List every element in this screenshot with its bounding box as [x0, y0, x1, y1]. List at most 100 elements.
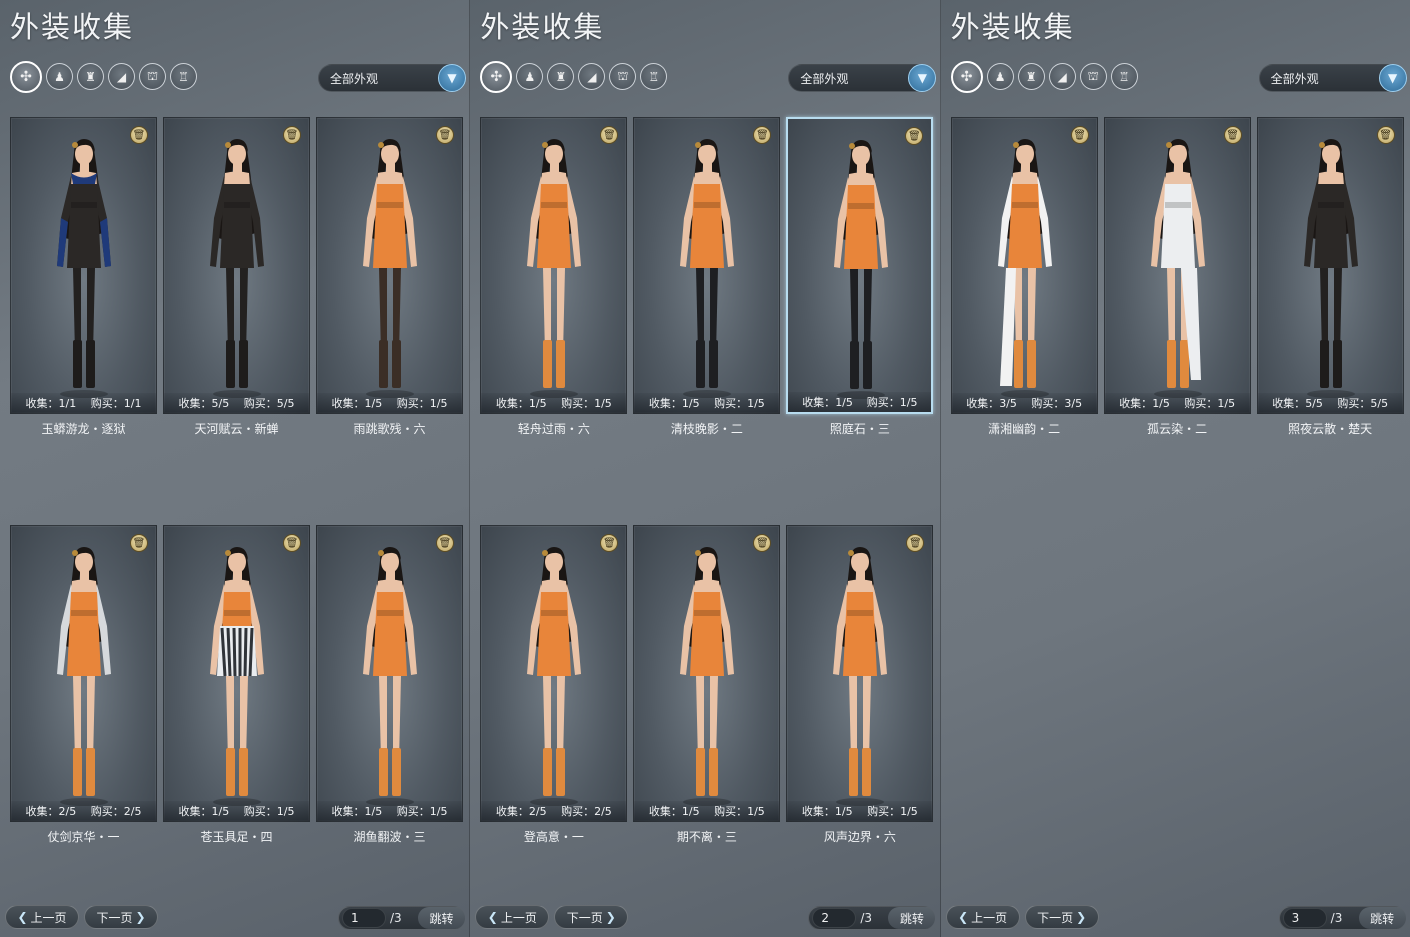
collect-label: 收集： [648, 397, 682, 410]
collect-value: 1/5 [528, 397, 547, 410]
page-number-input[interactable]: 1 [342, 908, 386, 928]
buy-count: 购买：1/5 [397, 803, 448, 819]
buy-count: 购买：1/5 [867, 803, 918, 819]
trash-icon[interactable]: 🗑 [283, 126, 301, 144]
outfit-card[interactable]: 🗑 收集：1/5 购买：1/5 [633, 525, 781, 822]
category-tabs: ✣ ♟ ♜ ◢ ⛫ ♖ [950, 60, 1138, 93]
outfit-name: 苍玉具足・四 [200, 830, 273, 844]
top-icon[interactable]: ♟ [986, 63, 1014, 90]
trash-icon[interactable]: 🗑 [1376, 126, 1395, 144]
buy-value: 1/1 [123, 397, 142, 410]
chevron-right-icon: ❯ [135, 910, 146, 924]
collect-count: 收集：1/5 [802, 803, 853, 819]
outfit-item: 🗑 收集：1/1 购买：1/1 玉蟒游龙・逐狱 [10, 117, 157, 437]
trash-icon[interactable]: 🗑 [1070, 126, 1089, 144]
filter-dropdown[interactable]: 全部外观 ▼ [1258, 64, 1407, 92]
full-outfit-icon[interactable]: ✣ [10, 60, 42, 93]
outfit-name: 仗剑京华・一 [47, 830, 120, 844]
outfit-card[interactable]: 🗑 收集：1/5 购买：1/5 [633, 117, 781, 414]
chevron-left-icon: ❮ [17, 910, 28, 924]
outfit-item: 🗑 收集：1/5 购买：1/5 清枝晚影・二 [633, 117, 781, 437]
outfit-card[interactable]: 🗑 收集：2/5 购买：2/5 [10, 525, 157, 822]
chevron-down-icon[interactable]: ▼ [1378, 64, 1407, 92]
filter-dropdown[interactable]: 全部外观 ▼ [788, 64, 937, 92]
top-icon[interactable]: ♟ [46, 63, 73, 90]
outfit-card[interactable]: 🗑 收集：1/5 购买：1/5 [480, 117, 628, 414]
prev-page-label: 上一页 [500, 910, 537, 925]
page-number-input[interactable]: 2 [812, 908, 857, 928]
prev-page-button[interactable]: ❮ 上一页 [5, 905, 79, 929]
outfit-stats: 收集：1/5 购买：1/5 [634, 801, 780, 821]
buy-label: 购买： [1184, 397, 1218, 410]
top-icon[interactable]: ♟ [516, 63, 544, 90]
trash-icon[interactable]: 🗑 [436, 534, 454, 552]
collect-count: 收集：1/5 [649, 803, 700, 819]
character-preview [527, 547, 582, 806]
chevron-down-icon[interactable]: ▼ [438, 64, 466, 92]
trash-icon[interactable]: 🗑 [1223, 126, 1242, 144]
collect-value: 1/5 [835, 396, 853, 409]
outfit-name: 孤云染・二 [1147, 422, 1208, 436]
outfit-card[interactable]: 🗑 收集：3/5 购买：3/5 [950, 117, 1098, 414]
shoes-icon[interactable]: ◢ [1048, 63, 1076, 90]
character-preview [363, 139, 417, 398]
hat-icon[interactable]: ♖ [640, 63, 668, 90]
accessory-icon[interactable]: ⛫ [1079, 63, 1107, 90]
bottom-icon[interactable]: ♜ [1017, 63, 1045, 90]
shoes-icon[interactable]: ◢ [108, 63, 135, 90]
prev-page-button[interactable]: ❮ 上一页 [475, 905, 550, 929]
next-page-button[interactable]: 下一页 ❯ [1024, 905, 1099, 929]
collect-label: 收集： [331, 397, 365, 410]
collect-value: 1/5 [1152, 397, 1170, 410]
outfit-card[interactable]: 🗑 收集：5/5 购买：5/5 [1256, 117, 1404, 414]
buy-value: 1/5 [276, 805, 295, 818]
page-number-input[interactable]: 3 [1282, 908, 1327, 928]
chevron-right-icon: ❯ [605, 910, 616, 924]
pagination: ❮ 上一页 下一页 ❯ 1/3 跳转 [5, 905, 465, 931]
bottom-icon[interactable]: ♜ [77, 63, 104, 90]
next-page-label: 下一页 [96, 910, 133, 925]
outfit-name: 期不离・三 [676, 830, 737, 844]
outfit-card[interactable]: 🗑 收集：1/5 购买：1/5 [316, 525, 463, 822]
page-title: 外装收集 [10, 10, 135, 44]
hat-icon[interactable]: ♖ [170, 63, 197, 90]
outfit-card[interactable]: 🗑 收集：1/5 购买：1/5 [316, 117, 463, 414]
trash-icon[interactable]: 🗑 [130, 534, 148, 552]
next-page-button[interactable]: 下一页 ❯ [84, 905, 158, 929]
outfit-card[interactable]: 🗑 收集：5/5 购买：5/5 [163, 117, 310, 414]
outfit-card[interactable]: 🗑 收集：2/5 购买：2/5 [480, 525, 628, 822]
hat-icon[interactable]: ♖ [1110, 63, 1138, 90]
collect-count: 收集：1/5 [802, 394, 853, 410]
buy-value: 5/5 [1370, 397, 1389, 410]
accessory-icon[interactable]: ⛫ [139, 63, 166, 90]
prev-page-button[interactable]: ❮ 上一页 [945, 905, 1020, 929]
buy-count: 购买：2/5 [561, 803, 612, 819]
collect-label: 收集： [331, 805, 365, 818]
outfit-card[interactable]: 🗑 收集：1/5 购买：1/5 [1103, 117, 1251, 414]
outfit-name: 天河赋云・新蝉 [194, 422, 279, 436]
full-outfit-icon[interactable]: ✣ [480, 60, 513, 93]
outfit-card[interactable]: 🗑 收集：1/5 购买：1/5 [163, 525, 310, 822]
jump-button[interactable]: 跳转 [418, 907, 465, 929]
outfit-name: 轻舟过雨・六 [517, 422, 590, 436]
buy-count: 购买：1/5 [1184, 395, 1235, 411]
outfit-name: 照庭石・三 [829, 422, 890, 436]
character-preview [1303, 139, 1358, 398]
trash-icon[interactable]: 🗑 [436, 126, 454, 144]
chevron-left-icon: ❮ [958, 910, 969, 924]
shoes-icon[interactable]: ◢ [578, 63, 606, 90]
bottom-icon[interactable]: ♜ [547, 63, 575, 90]
jump-button[interactable]: 跳转 [888, 907, 936, 929]
accessory-icon[interactable]: ⛫ [609, 63, 637, 90]
full-outfit-icon[interactable]: ✣ [950, 60, 983, 93]
trash-icon[interactable]: 🗑 [130, 126, 148, 144]
outfit-card[interactable]: 🗑 收集：1/5 购买：1/5 [786, 525, 934, 822]
chevron-down-icon[interactable]: ▼ [908, 64, 937, 92]
trash-icon[interactable]: 🗑 [283, 534, 301, 552]
next-page-button[interactable]: 下一页 ❯ [554, 905, 629, 929]
outfit-card[interactable]: 🗑 收集：1/1 购买：1/1 [10, 117, 157, 414]
filter-dropdown[interactable]: 全部外观 ▼ [318, 64, 466, 92]
outfit-card[interactable]: 🗑 收集：1/5 购买：1/5 [786, 117, 934, 414]
jump-button[interactable]: 跳转 [1358, 907, 1406, 929]
outfit-grid: 🗑 收集：1/1 购买：1/1 玉蟒游龙・逐狱 🗑 收集：5/5 购买：5/5 天河赋云・新蝉… [10, 117, 465, 845]
